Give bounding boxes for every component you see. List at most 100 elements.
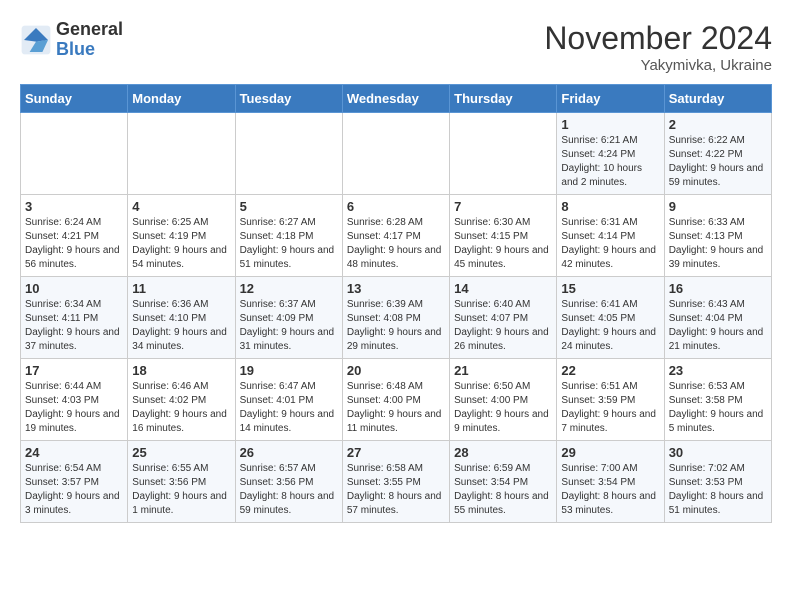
day-info: Sunrise: 6:46 AM Sunset: 4:02 PM Dayligh… bbox=[132, 380, 230, 436]
calendar-cell bbox=[450, 113, 557, 195]
calendar-cell: 13 Sunrise: 6:39 AM Sunset: 4:08 PM Dayli… bbox=[342, 277, 449, 359]
day-info: Sunrise: 6:55 AM Sunset: 3:56 PM Dayligh… bbox=[132, 462, 230, 518]
day-info: Sunrise: 6:48 AM Sunset: 4:00 PM Dayligh… bbox=[347, 380, 445, 436]
day-number: 1 bbox=[561, 117, 659, 132]
day-info: Sunrise: 6:40 AM Sunset: 4:07 PM Dayligh… bbox=[454, 298, 552, 354]
calendar-cell: 23Sunrise: 6:53 AM Sunset: 3:58 PM Dayli… bbox=[664, 359, 771, 441]
calendar-body: 1Sunrise: 6:21 AM Sunset: 4:24 PM Daylig… bbox=[21, 113, 772, 523]
day-info: Sunrise: 6:24 AM Sunset: 4:21 PM Dayligh… bbox=[25, 216, 123, 272]
day-number: 20 bbox=[347, 363, 445, 378]
calendar-cell: 27 Sunrise: 6:58 AM Sunset: 3:55 PM Dayli… bbox=[342, 441, 449, 523]
day-info: Sunrise: 6:50 AM Sunset: 4:00 PM Dayligh… bbox=[454, 380, 552, 436]
day-number: 18 bbox=[132, 363, 230, 378]
day-number: 17 bbox=[25, 363, 123, 378]
day-info: Sunrise: 6:34 AM Sunset: 4:11 PM Dayligh… bbox=[25, 298, 123, 354]
day-info: Sunrise: 6:53 AM Sunset: 3:58 PM Dayligh… bbox=[669, 380, 767, 436]
header-day-saturday: Saturday bbox=[664, 85, 771, 113]
calendar-table: SundayMondayTuesdayWednesdayThursdayFrid… bbox=[20, 84, 772, 523]
location-subtitle: Yakymivka, Ukraine bbox=[544, 57, 772, 74]
day-info: Sunrise: 6:41 AM Sunset: 4:05 PM Dayligh… bbox=[561, 298, 659, 354]
calendar-cell: 2Sunrise: 6:22 AM Sunset: 4:22 PM Daylig… bbox=[664, 113, 771, 195]
calendar-cell: 17 Sunrise: 6:44 AM Sunset: 4:03 PM Dayli… bbox=[21, 359, 128, 441]
logo-text: General Blue bbox=[56, 20, 123, 60]
day-info: Sunrise: 6:22 AM Sunset: 4:22 PM Dayligh… bbox=[669, 134, 767, 190]
calendar-cell bbox=[128, 113, 235, 195]
calendar-cell: 16 Sunrise: 6:43 AM Sunset: 4:04 PM Dayli… bbox=[664, 277, 771, 359]
day-number: 9 bbox=[669, 199, 767, 214]
day-info: Sunrise: 6:30 AM Sunset: 4:15 PM Dayligh… bbox=[454, 216, 552, 272]
calendar-cell: 10 Sunrise: 6:34 AM Sunset: 4:11 PM Dayli… bbox=[21, 277, 128, 359]
calendar-cell: 28Sunrise: 6:59 AM Sunset: 3:54 PM Dayli… bbox=[450, 441, 557, 523]
logo-line1: General bbox=[56, 20, 123, 40]
day-number: 14 bbox=[454, 281, 552, 296]
day-number: 12 bbox=[240, 281, 338, 296]
day-number: 7 bbox=[454, 199, 552, 214]
calendar-cell: 9 Sunrise: 6:33 AM Sunset: 4:13 PM Daylig… bbox=[664, 195, 771, 277]
day-info: Sunrise: 6:44 AM Sunset: 4:03 PM Dayligh… bbox=[25, 380, 123, 436]
calendar-cell bbox=[342, 113, 449, 195]
calendar-cell: 5 Sunrise: 6:27 AM Sunset: 4:18 PM Daylig… bbox=[235, 195, 342, 277]
day-info: Sunrise: 7:00 AM Sunset: 3:54 PM Dayligh… bbox=[561, 462, 659, 518]
day-info: Sunrise: 7:02 AM Sunset: 3:53 PM Dayligh… bbox=[669, 462, 767, 518]
calendar-week-4: 17 Sunrise: 6:44 AM Sunset: 4:03 PM Dayli… bbox=[21, 359, 772, 441]
calendar-cell: 1Sunrise: 6:21 AM Sunset: 4:24 PM Daylig… bbox=[557, 113, 664, 195]
month-title: November 2024 bbox=[544, 20, 772, 57]
calendar-cell: 26Sunrise: 6:57 AM Sunset: 3:56 PM Dayli… bbox=[235, 441, 342, 523]
page-header: General Blue November 2024 Yakymivka, Uk… bbox=[20, 20, 772, 74]
calendar-cell: 19Sunrise: 6:47 AM Sunset: 4:01 PM Dayli… bbox=[235, 359, 342, 441]
calendar-cell: 3Sunrise: 6:24 AM Sunset: 4:21 PM Daylig… bbox=[21, 195, 128, 277]
day-number: 25 bbox=[132, 445, 230, 460]
day-number: 10 bbox=[25, 281, 123, 296]
calendar-cell: 24Sunrise: 6:54 AM Sunset: 3:57 PM Dayli… bbox=[21, 441, 128, 523]
calendar-cell bbox=[21, 113, 128, 195]
day-number: 30 bbox=[669, 445, 767, 460]
calendar-week-5: 24Sunrise: 6:54 AM Sunset: 3:57 PM Dayli… bbox=[21, 441, 772, 523]
day-info: Sunrise: 6:31 AM Sunset: 4:14 PM Dayligh… bbox=[561, 216, 659, 272]
calendar-header: SundayMondayTuesdayWednesdayThursdayFrid… bbox=[21, 85, 772, 113]
day-number: 5 bbox=[240, 199, 338, 214]
day-number: 22 bbox=[561, 363, 659, 378]
calendar-week-1: 1Sunrise: 6:21 AM Sunset: 4:24 PM Daylig… bbox=[21, 113, 772, 195]
day-number: 4 bbox=[132, 199, 230, 214]
day-number: 16 bbox=[669, 281, 767, 296]
header-row: SundayMondayTuesdayWednesdayThursdayFrid… bbox=[21, 85, 772, 113]
day-info: Sunrise: 6:27 AM Sunset: 4:18 PM Dayligh… bbox=[240, 216, 338, 272]
day-number: 26 bbox=[240, 445, 338, 460]
logo-line2: Blue bbox=[56, 40, 123, 60]
day-number: 13 bbox=[347, 281, 445, 296]
calendar-cell: 29 Sunrise: 7:00 AM Sunset: 3:54 PM Dayli… bbox=[557, 441, 664, 523]
day-info: Sunrise: 6:51 AM Sunset: 3:59 PM Dayligh… bbox=[561, 380, 659, 436]
day-info: Sunrise: 6:58 AM Sunset: 3:55 PM Dayligh… bbox=[347, 462, 445, 518]
day-info: Sunrise: 6:39 AM Sunset: 4:08 PM Dayligh… bbox=[347, 298, 445, 354]
calendar-cell: 15 Sunrise: 6:41 AM Sunset: 4:05 PM Dayli… bbox=[557, 277, 664, 359]
day-number: 29 bbox=[561, 445, 659, 460]
day-info: Sunrise: 6:43 AM Sunset: 4:04 PM Dayligh… bbox=[669, 298, 767, 354]
header-day-monday: Monday bbox=[128, 85, 235, 113]
header-day-tuesday: Tuesday bbox=[235, 85, 342, 113]
calendar-week-3: 10 Sunrise: 6:34 AM Sunset: 4:11 PM Dayli… bbox=[21, 277, 772, 359]
calendar-cell: 12 Sunrise: 6:37 AM Sunset: 4:09 PM Dayli… bbox=[235, 277, 342, 359]
calendar-cell: 7 Sunrise: 6:30 AM Sunset: 4:15 PM Daylig… bbox=[450, 195, 557, 277]
day-number: 24 bbox=[25, 445, 123, 460]
day-info: Sunrise: 6:37 AM Sunset: 4:09 PM Dayligh… bbox=[240, 298, 338, 354]
day-number: 6 bbox=[347, 199, 445, 214]
calendar-cell bbox=[235, 113, 342, 195]
day-info: Sunrise: 6:25 AM Sunset: 4:19 PM Dayligh… bbox=[132, 216, 230, 272]
logo-icon bbox=[20, 24, 52, 56]
day-info: Sunrise: 6:59 AM Sunset: 3:54 PM Dayligh… bbox=[454, 462, 552, 518]
header-day-wednesday: Wednesday bbox=[342, 85, 449, 113]
day-number: 27 bbox=[347, 445, 445, 460]
day-info: Sunrise: 6:33 AM Sunset: 4:13 PM Dayligh… bbox=[669, 216, 767, 272]
day-number: 11 bbox=[132, 281, 230, 296]
header-day-friday: Friday bbox=[557, 85, 664, 113]
calendar-cell: 21Sunrise: 6:50 AM Sunset: 4:00 PM Dayli… bbox=[450, 359, 557, 441]
calendar-cell: 14 Sunrise: 6:40 AM Sunset: 4:07 PM Dayli… bbox=[450, 277, 557, 359]
calendar-cell: 30 Sunrise: 7:02 AM Sunset: 3:53 PM Dayli… bbox=[664, 441, 771, 523]
day-info: Sunrise: 6:47 AM Sunset: 4:01 PM Dayligh… bbox=[240, 380, 338, 436]
calendar-cell: 22 Sunrise: 6:51 AM Sunset: 3:59 PM Dayli… bbox=[557, 359, 664, 441]
title-block: November 2024 Yakymivka, Ukraine bbox=[544, 20, 772, 74]
calendar-cell: 18 Sunrise: 6:46 AM Sunset: 4:02 PM Dayli… bbox=[128, 359, 235, 441]
day-info: Sunrise: 6:36 AM Sunset: 4:10 PM Dayligh… bbox=[132, 298, 230, 354]
header-day-sunday: Sunday bbox=[21, 85, 128, 113]
day-number: 15 bbox=[561, 281, 659, 296]
